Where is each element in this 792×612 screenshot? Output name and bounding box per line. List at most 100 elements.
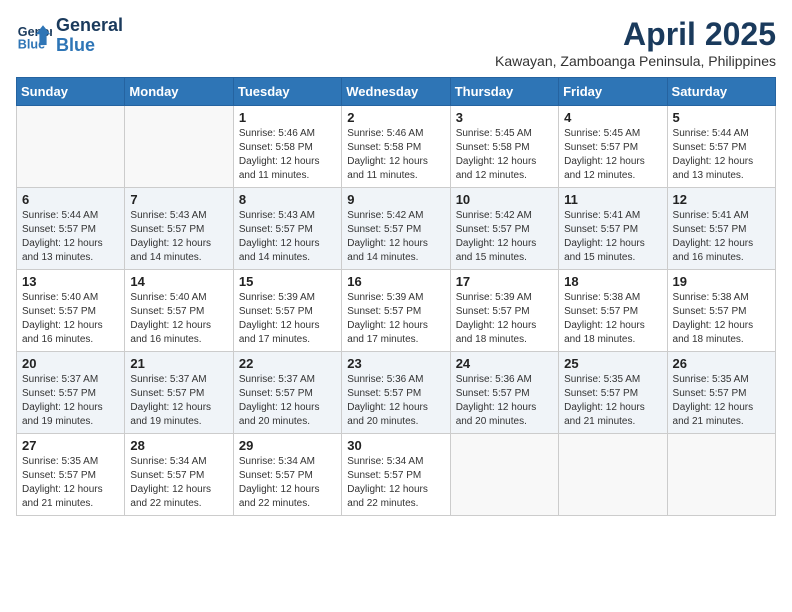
day-info: Sunrise: 5:34 AMSunset: 5:57 PMDaylight:… [130, 455, 227, 511]
location-title: Kawayan, Zamboanga Peninsula, Philippine… [495, 53, 776, 69]
day-number: 24 [456, 356, 553, 371]
col-thursday: Thursday [450, 78, 558, 106]
table-row: 17 Sunrise: 5:39 AMSunset: 5:57 PMDayligh… [450, 270, 558, 352]
day-info: Sunrise: 5:36 AMSunset: 5:57 PMDaylight:… [347, 373, 444, 429]
col-wednesday: Wednesday [342, 78, 450, 106]
day-number: 8 [239, 192, 336, 207]
table-row: 1 Sunrise: 5:46 AMSunset: 5:58 PMDaylight… [233, 106, 341, 188]
table-row: 4 Sunrise: 5:45 AMSunset: 5:57 PMDaylight… [559, 106, 667, 188]
table-row: 27 Sunrise: 5:35 AMSunset: 5:57 PMDayligh… [17, 434, 125, 516]
day-info: Sunrise: 5:45 AMSunset: 5:57 PMDaylight:… [564, 127, 661, 183]
day-info: Sunrise: 5:34 AMSunset: 5:57 PMDaylight:… [239, 455, 336, 511]
day-number: 30 [347, 438, 444, 453]
day-info: Sunrise: 5:36 AMSunset: 5:57 PMDaylight:… [456, 373, 553, 429]
col-tuesday: Tuesday [233, 78, 341, 106]
day-number: 23 [347, 356, 444, 371]
table-row: 20 Sunrise: 5:37 AMSunset: 5:57 PMDayligh… [17, 352, 125, 434]
day-info: Sunrise: 5:39 AMSunset: 5:57 PMDaylight:… [239, 291, 336, 347]
table-row [125, 106, 233, 188]
table-row: 24 Sunrise: 5:36 AMSunset: 5:57 PMDayligh… [450, 352, 558, 434]
day-number: 18 [564, 274, 661, 289]
day-info: Sunrise: 5:46 AMSunset: 5:58 PMDaylight:… [347, 127, 444, 183]
table-row: 30 Sunrise: 5:34 AMSunset: 5:57 PMDayligh… [342, 434, 450, 516]
day-info: Sunrise: 5:44 AMSunset: 5:57 PMDaylight:… [22, 209, 119, 265]
day-info: Sunrise: 5:40 AMSunset: 5:57 PMDaylight:… [22, 291, 119, 347]
table-row: 13 Sunrise: 5:40 AMSunset: 5:57 PMDayligh… [17, 270, 125, 352]
calendar-week-row: 6 Sunrise: 5:44 AMSunset: 5:57 PMDaylight… [17, 188, 776, 270]
day-info: Sunrise: 5:41 AMSunset: 5:57 PMDaylight:… [673, 209, 770, 265]
table-row: 22 Sunrise: 5:37 AMSunset: 5:57 PMDayligh… [233, 352, 341, 434]
day-number: 17 [456, 274, 553, 289]
day-info: Sunrise: 5:46 AMSunset: 5:58 PMDaylight:… [239, 127, 336, 183]
day-info: Sunrise: 5:39 AMSunset: 5:57 PMDaylight:… [456, 291, 553, 347]
table-row: 29 Sunrise: 5:34 AMSunset: 5:57 PMDayligh… [233, 434, 341, 516]
calendar-table: Sunday Monday Tuesday Wednesday Thursday… [16, 77, 776, 516]
day-info: Sunrise: 5:39 AMSunset: 5:57 PMDaylight:… [347, 291, 444, 347]
day-number: 15 [239, 274, 336, 289]
table-row [450, 434, 558, 516]
day-number: 29 [239, 438, 336, 453]
day-number: 6 [22, 192, 119, 207]
col-friday: Friday [559, 78, 667, 106]
day-number: 25 [564, 356, 661, 371]
day-number: 12 [673, 192, 770, 207]
col-saturday: Saturday [667, 78, 775, 106]
day-number: 1 [239, 110, 336, 125]
calendar-header-row: Sunday Monday Tuesday Wednesday Thursday… [17, 78, 776, 106]
table-row: 14Sunrise: 5:40 AMSunset: 5:57 PMDayligh… [125, 270, 233, 352]
table-row: 25 Sunrise: 5:35 AMSunset: 5:57 PMDayligh… [559, 352, 667, 434]
table-row: 16Sunrise: 5:39 AMSunset: 5:57 PMDayligh… [342, 270, 450, 352]
table-row: 10 Sunrise: 5:42 AMSunset: 5:57 PMDayligh… [450, 188, 558, 270]
table-row: 8Sunrise: 5:43 AMSunset: 5:57 PMDaylight… [233, 188, 341, 270]
day-info: Sunrise: 5:37 AMSunset: 5:57 PMDaylight:… [130, 373, 227, 429]
calendar-week-row: 27 Sunrise: 5:35 AMSunset: 5:57 PMDayligh… [17, 434, 776, 516]
day-number: 4 [564, 110, 661, 125]
day-info: Sunrise: 5:42 AMSunset: 5:57 PMDaylight:… [347, 209, 444, 265]
day-number: 11 [564, 192, 661, 207]
table-row: 28 Sunrise: 5:34 AMSunset: 5:57 PMDayligh… [125, 434, 233, 516]
day-number: 10 [456, 192, 553, 207]
day-info: Sunrise: 5:34 AMSunset: 5:57 PMDaylight:… [347, 455, 444, 511]
table-row: 6 Sunrise: 5:44 AMSunset: 5:57 PMDaylight… [17, 188, 125, 270]
day-info: Sunrise: 5:35 AMSunset: 5:57 PMDaylight:… [673, 373, 770, 429]
day-info: Sunrise: 5:38 AMSunset: 5:57 PMDaylight:… [564, 291, 661, 347]
day-number: 5 [673, 110, 770, 125]
table-row: 19Sunrise: 5:38 AMSunset: 5:57 PMDayligh… [667, 270, 775, 352]
table-row: 11Sunrise: 5:41 AMSunset: 5:57 PMDayligh… [559, 188, 667, 270]
day-info: Sunrise: 5:42 AMSunset: 5:57 PMDaylight:… [456, 209, 553, 265]
table-row: 23 Sunrise: 5:36 AMSunset: 5:57 PMDayligh… [342, 352, 450, 434]
day-number: 26 [673, 356, 770, 371]
title-block: April 2025 Kawayan, Zamboanga Peninsula,… [495, 16, 776, 69]
calendar-week-row: 20 Sunrise: 5:37 AMSunset: 5:57 PMDayligh… [17, 352, 776, 434]
day-number: 20 [22, 356, 119, 371]
table-row: 26 Sunrise: 5:35 AMSunset: 5:57 PMDayligh… [667, 352, 775, 434]
day-info: Sunrise: 5:35 AMSunset: 5:57 PMDaylight:… [564, 373, 661, 429]
table-row: 12 Sunrise: 5:41 AMSunset: 5:57 PMDayligh… [667, 188, 775, 270]
day-number: 2 [347, 110, 444, 125]
table-row: 9 Sunrise: 5:42 AMSunset: 5:57 PMDaylight… [342, 188, 450, 270]
day-info: Sunrise: 5:43 AMSunset: 5:57 PMDaylight:… [130, 209, 227, 265]
day-info: Sunrise: 5:45 AMSunset: 5:58 PMDaylight:… [456, 127, 553, 183]
day-number: 28 [130, 438, 227, 453]
day-number: 13 [22, 274, 119, 289]
logo-text-general: General [56, 16, 123, 36]
day-number: 22 [239, 356, 336, 371]
day-info: Sunrise: 5:37 AMSunset: 5:57 PMDaylight:… [239, 373, 336, 429]
day-number: 21 [130, 356, 227, 371]
day-number: 27 [22, 438, 119, 453]
day-number: 7 [130, 192, 227, 207]
table-row [17, 106, 125, 188]
table-row: 5 Sunrise: 5:44 AMSunset: 5:57 PMDaylight… [667, 106, 775, 188]
logo: General Blue General Blue [16, 16, 123, 56]
month-title: April 2025 [495, 16, 776, 53]
table-row: 21 Sunrise: 5:37 AMSunset: 5:57 PMDayligh… [125, 352, 233, 434]
day-info: Sunrise: 5:35 AMSunset: 5:57 PMDaylight:… [22, 455, 119, 511]
day-number: 14 [130, 274, 227, 289]
col-sunday: Sunday [17, 78, 125, 106]
day-number: 9 [347, 192, 444, 207]
day-info: Sunrise: 5:37 AMSunset: 5:57 PMDaylight:… [22, 373, 119, 429]
day-info: Sunrise: 5:44 AMSunset: 5:57 PMDaylight:… [673, 127, 770, 183]
page-header: General Blue General Blue April 2025 Kaw… [16, 16, 776, 69]
calendar-week-row: 13 Sunrise: 5:40 AMSunset: 5:57 PMDayligh… [17, 270, 776, 352]
table-row: 7 Sunrise: 5:43 AMSunset: 5:57 PMDaylight… [125, 188, 233, 270]
